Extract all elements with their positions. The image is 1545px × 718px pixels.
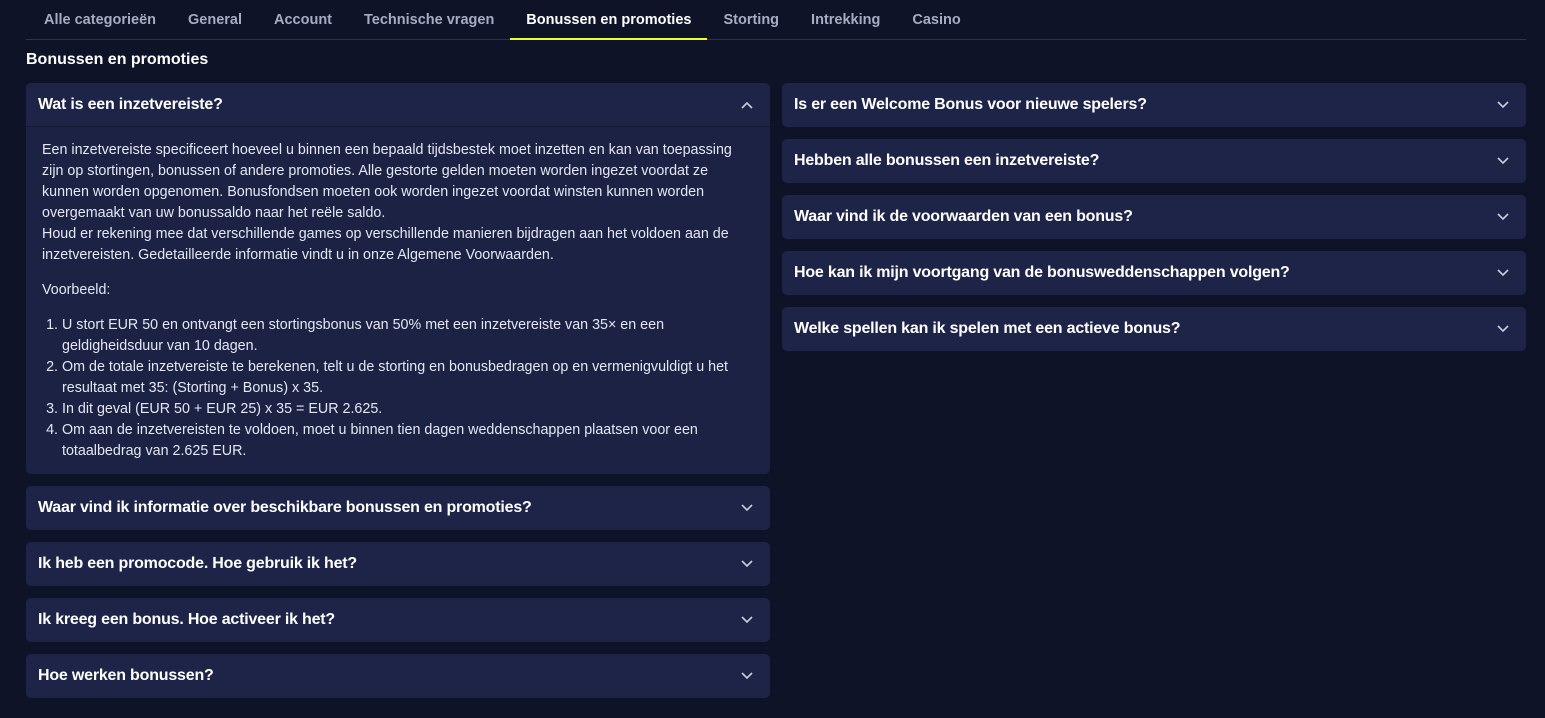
faq-question-title: Welke spellen kan ik spelen met een acti… <box>794 320 1181 337</box>
tab-general[interactable]: General <box>172 0 258 40</box>
tab-bonuses-promotions[interactable]: Bonussen en promoties <box>510 0 708 40</box>
chevron-up-icon[interactable] <box>736 94 758 116</box>
faq-question-title: Waar vind ik de voorwaarden van een bonu… <box>794 208 1133 225</box>
tab-casino[interactable]: Casino <box>896 0 976 40</box>
faq-question[interactable]: Hoe werken bonussen? <box>26 654 770 698</box>
faq-question[interactable]: Welke spellen kan ik spelen met een acti… <box>782 307 1526 351</box>
chevron-down-icon[interactable] <box>1492 318 1514 340</box>
faq-item[interactable]: Waar vind ik de voorwaarden van een bonu… <box>782 195 1526 239</box>
list-item: Om aan de inzetvereisten te voldoen, moe… <box>62 420 754 462</box>
tab-all-categories[interactable]: Alle categorieën <box>26 0 172 40</box>
example-steps: U stort EUR 50 en ontvangt een stortings… <box>42 315 754 462</box>
faq-question[interactable]: Wat is een inzetvereiste? <box>26 83 770 127</box>
list-item: In dit geval (EUR 50 + EUR 25) x 35 = EU… <box>62 399 754 420</box>
faq-question-title: Is er een Welcome Bonus voor nieuwe spel… <box>794 96 1147 113</box>
chevron-down-icon[interactable] <box>1492 94 1514 116</box>
faq-item[interactable]: Hebben alle bonussen een inzetvereiste? <box>782 139 1526 183</box>
tab-account[interactable]: Account <box>258 0 348 40</box>
answer-text-2: Houd er rekening mee dat verschillende g… <box>42 226 729 263</box>
faq-question[interactable]: Waar vind ik informatie over beschikbare… <box>26 486 770 530</box>
faq-question[interactable]: Ik heb een promocode. Hoe gebruik ik het… <box>26 542 770 586</box>
faq-question-title: Hoe werken bonussen? <box>38 667 214 684</box>
faq-question-title: Hoe kan ik mijn voortgang van de bonuswe… <box>794 264 1290 281</box>
tab-withdrawal[interactable]: Intrekking <box>795 0 896 40</box>
faq-question-title: Waar vind ik informatie over beschikbare… <box>38 499 532 516</box>
section-title: Bonussen en promoties <box>26 51 209 68</box>
faq-item[interactable]: Welke spellen kan ik spelen met een acti… <box>782 307 1526 351</box>
chevron-down-icon[interactable] <box>736 553 758 575</box>
category-tabs: Alle categorieën General Account Technis… <box>26 0 1526 40</box>
tab-deposit[interactable]: Storting <box>707 0 795 40</box>
faq-item[interactable]: Waar vind ik informatie over beschikbare… <box>26 486 770 530</box>
faq-question[interactable]: Hebben alle bonussen een inzetvereiste? <box>782 139 1526 183</box>
faq-question-title: Hebben alle bonussen een inzetvereiste? <box>794 152 1100 169</box>
answer-paragraph: Een inzetvereiste specificeert hoeveel u… <box>42 140 754 266</box>
chevron-down-icon[interactable] <box>1492 150 1514 172</box>
chevron-down-icon[interactable] <box>736 609 758 631</box>
faq-question[interactable]: Is er een Welcome Bonus voor nieuwe spel… <box>782 83 1526 127</box>
faq-column-left: Wat is een inzetvereiste? Een inzetverei… <box>26 83 770 710</box>
faq-item[interactable]: Hoe kan ik mijn voortgang van de bonuswe… <box>782 251 1526 295</box>
faq-item[interactable]: Is er een Welcome Bonus voor nieuwe spel… <box>782 83 1526 127</box>
list-item: U stort EUR 50 en ontvangt een stortings… <box>62 315 754 357</box>
faq-question[interactable]: Waar vind ik de voorwaarden van een bonu… <box>782 195 1526 239</box>
chevron-down-icon[interactable] <box>1492 262 1514 284</box>
faq-item-open: Wat is een inzetvereiste? Een inzetverei… <box>26 83 770 474</box>
faq-column-right: Is er een Welcome Bonus voor nieuwe spel… <box>782 83 1526 363</box>
faq-item[interactable]: Ik kreeg een bonus. Hoe activeer ik het? <box>26 598 770 642</box>
example-label: Voorbeeld: <box>42 282 111 298</box>
faq-question[interactable]: Ik kreeg een bonus. Hoe activeer ik het? <box>26 598 770 642</box>
faq-item[interactable]: Ik heb een promocode. Hoe gebruik ik het… <box>26 542 770 586</box>
chevron-down-icon[interactable] <box>1492 206 1514 228</box>
faq-question-title: Ik kreeg een bonus. Hoe activeer ik het? <box>38 611 336 628</box>
list-item: Om de totale inzetvereiste te berekenen,… <box>62 357 754 399</box>
faq-question[interactable]: Hoe kan ik mijn voortgang van de bonuswe… <box>782 251 1526 295</box>
faq-answer: Een inzetvereiste specificeert hoeveel u… <box>26 127 770 474</box>
chevron-down-icon[interactable] <box>736 497 758 519</box>
chevron-down-icon[interactable] <box>736 665 758 687</box>
faq-question-title: Wat is een inzetvereiste? <box>38 95 223 113</box>
faq-item[interactable]: Hoe werken bonussen? <box>26 654 770 698</box>
answer-text-1: Een inzetvereiste specificeert hoeveel u… <box>42 142 732 221</box>
tab-technical-questions[interactable]: Technische vragen <box>348 0 510 40</box>
faq-question-title: Ik heb een promocode. Hoe gebruik ik het… <box>38 555 357 572</box>
